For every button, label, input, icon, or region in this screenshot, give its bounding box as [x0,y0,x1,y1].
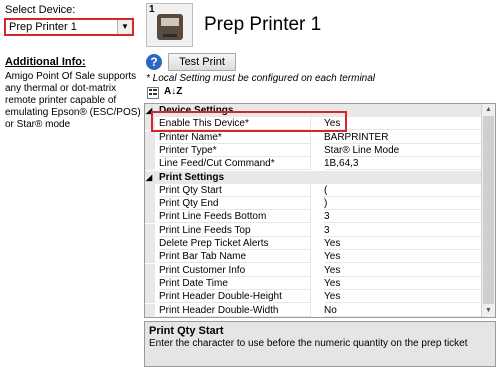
grid-category-row[interactable]: ◢ Print Settings [145,170,481,184]
property-name: Print Qty Start [159,183,311,197]
row-gutter [145,223,155,237]
local-setting-note: * Local Setting must be configured on ea… [146,73,376,84]
device-select[interactable]: Prep Printer 1 ▼ [4,18,134,36]
row-gutter [145,197,155,211]
property-name: Delete Prep Ticket Alerts [159,237,311,250]
row-gutter [145,130,155,144]
row-gutter [145,210,155,224]
grid-property-row[interactable]: Print Customer Info Yes [145,263,481,277]
property-name: Print Line Feeds Top [159,223,311,237]
property-value[interactable]: 3 [324,224,481,237]
property-value[interactable]: Yes [324,290,481,304]
property-value[interactable]: 3 [324,210,481,224]
property-grid[interactable]: ◢ Device Settings Enable This Device* Yes Pr… [144,103,496,318]
row-gutter [145,237,155,250]
grid-property-row[interactable]: Print Line Feeds Top 3 [145,223,481,237]
property-value[interactable]: Yes [324,117,481,131]
highlight-box [151,111,347,132]
property-description-panel: Print Qty Start Enter the character to u… [144,321,496,367]
row-gutter [145,157,155,171]
property-name: Print Customer Info [159,263,311,277]
property-value[interactable]: ) [324,197,481,211]
row-gutter [145,183,155,197]
property-value[interactable]: BARPRINTER [324,131,481,144]
chevron-down-icon[interactable]: ▼ [117,20,132,34]
property-value[interactable]: Star® Line Mode [324,144,481,157]
property-name: Print Header Double-Height [159,290,311,304]
grid-property-row[interactable]: Print Bar Tab Name Yes [145,250,481,264]
property-name: Print Qty End [159,197,311,211]
scroll-thumb[interactable] [483,116,494,304]
property-value[interactable]: Yes [324,250,481,264]
grid-property-row[interactable]: Print Header Double-Height Yes [145,290,481,304]
property-value[interactable]: Yes [324,277,481,290]
property-value[interactable]: 1B,64,3 [324,157,481,171]
collapse-icon[interactable]: ◢ [146,171,152,184]
property-name: Print Bar Tab Name [159,250,311,264]
grid-property-row[interactable]: Print Qty End) [145,197,481,211]
grid-property-row[interactable]: Printer Name* BARPRINTER [145,130,481,144]
property-name: Printer Type* [159,143,311,157]
row-gutter [145,303,155,317]
property-value[interactable]: No [324,304,481,317]
description-title: Print Qty Start [149,325,224,337]
categorized-view-icon[interactable] [147,87,159,99]
grid-property-row[interactable]: Delete Prep Ticket Alerts Yes [145,237,481,250]
additional-info-text: Amigo Point Of Sale supports any thermal… [5,71,141,130]
property-name: Print Line Feeds Bottom [159,210,311,224]
grid-property-row[interactable]: Printer Type* Star® Line Mode [145,143,481,157]
property-value[interactable]: ( [324,184,481,197]
row-gutter [145,250,155,264]
property-value[interactable]: Yes [324,237,481,250]
row-gutter [145,263,155,277]
grid-property-row[interactable]: Line Feed/Cut Command* 1B,64,3 [145,157,481,171]
grid-property-row[interactable]: Print Line Feeds Bottom 3 [145,210,481,224]
help-icon[interactable]: ? [146,54,162,70]
additional-info-title: Additional Info: [5,56,86,68]
scroll-down-icon[interactable]: ▼ [482,305,495,317]
grid-property-row[interactable]: Print Qty Start ( [145,183,481,197]
property-name: Line Feed/Cut Command* [159,157,311,171]
category-label: Print Settings [159,171,225,183]
grid-property-row[interactable]: Print Header Double-Width No [145,303,481,317]
grid-property-row[interactable]: Print Date Time Yes [145,276,481,290]
select-device-label: Select Device: [5,4,76,16]
test-print-button[interactable]: Test Print [168,53,236,71]
page-title: Prep Printer 1 [204,14,322,35]
device-number: 1 [149,4,155,15]
grid-scrollbar[interactable]: ▲ ▼ [481,104,495,317]
row-gutter [145,290,155,304]
property-name: Printer Name* [159,130,311,144]
row-gutter [145,143,155,157]
property-value[interactable]: Yes [324,264,481,277]
scroll-up-icon[interactable]: ▲ [482,104,495,116]
row-gutter [145,276,155,290]
description-text: Enter the character to use before the nu… [149,338,468,349]
sort-alphabetical-icon[interactable]: A↓Z [164,86,182,97]
selected-device-value: Prep Printer 1 [9,21,77,33]
property-name: Print Date Time [159,276,311,290]
property-name: Print Header Double-Width [159,303,311,317]
